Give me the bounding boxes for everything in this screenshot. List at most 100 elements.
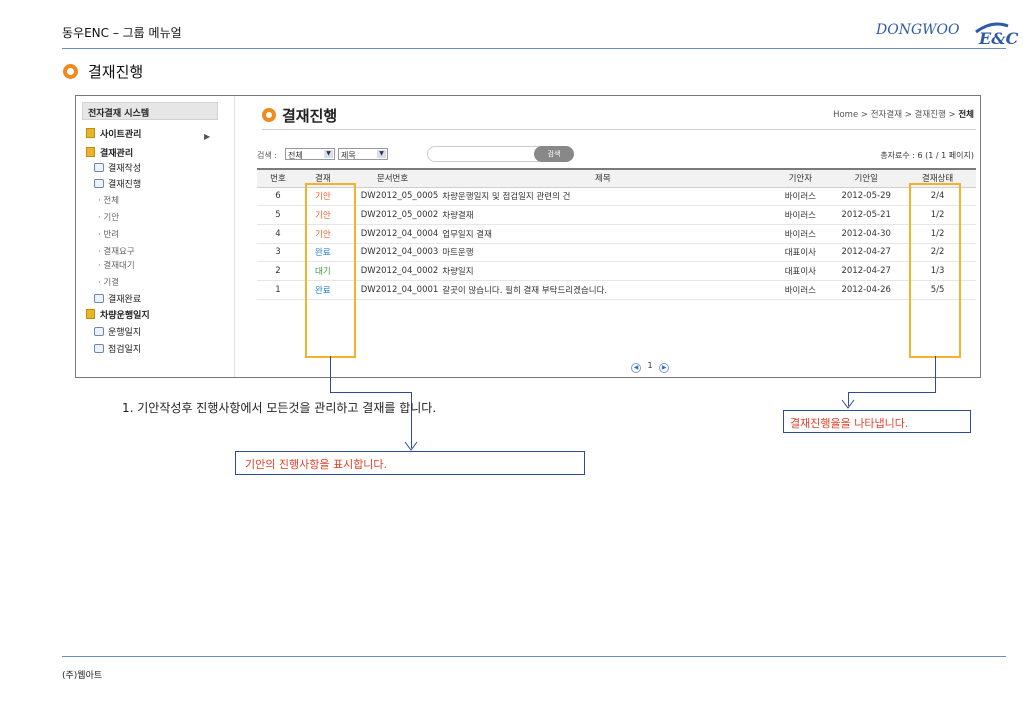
search-label: 검색 :	[257, 151, 277, 160]
cell-doc: DW2012_05_0002	[346, 205, 439, 225]
column-header: 번호	[257, 168, 299, 188]
table-header: 번호 결재 문서번호 제목 기안자 기안일 결재상태	[257, 168, 976, 188]
cell-no: 6	[257, 187, 299, 207]
section-bullet-icon	[63, 64, 78, 79]
cell-no: 4	[257, 224, 299, 244]
chevron-down-icon: ▼	[324, 150, 333, 158]
cell-drafter: 대표이사	[767, 243, 834, 263]
cell-date: 2012-05-29	[833, 187, 900, 207]
page-number[interactable]: 1	[648, 361, 653, 370]
cell-doc: DW2012_05_0005	[346, 187, 439, 207]
column-header: 기안자	[767, 168, 834, 188]
next-page-icon[interactable]: ▶	[659, 363, 670, 373]
cell-title[interactable]: 차량운행일지 및 점검일지 관련의 건	[438, 187, 768, 207]
chevron-right-icon[interactable]: ▶	[204, 132, 210, 141]
connector-line	[330, 356, 331, 392]
book-icon	[94, 294, 104, 303]
section-title: 결재진행	[88, 63, 144, 81]
cell-no: 5	[257, 205, 299, 225]
field-select[interactable]: 제목 ▼	[338, 148, 388, 160]
cell-no: 3	[257, 243, 299, 263]
sidebar-sub-waiting[interactable]: · 결재대기	[98, 259, 135, 271]
sidebar-item-write[interactable]: 결재작성	[94, 161, 141, 174]
sidebar-header: 전자결재 시스템	[82, 102, 218, 120]
cell-drafter: 바이러스	[767, 224, 834, 244]
column-header: 기안일	[833, 168, 900, 188]
status-column-highlight	[305, 183, 356, 358]
table-row[interactable]: 4 기안 DW2012_04_0004 업무일지 결재 바이러스 2012-04-30 1/…	[257, 224, 976, 244]
sidebar-item-done[interactable]: 결재완료	[94, 292, 141, 305]
footer-text: (주)웹아트	[62, 671, 103, 681]
chevron-down-icon: ▼	[377, 150, 386, 158]
cell-date: 2012-04-27	[833, 261, 900, 281]
sidebar-divider	[234, 96, 235, 377]
table-body: 6 기안 DW2012_05_0005 차량운행일지 및 점검일지 관련의 건 바이러스…	[257, 187, 976, 300]
table-row[interactable]: 3 완료 DW2012_04_0003 마트운행 대표이사 2012-04-27 2/2	[257, 243, 976, 263]
cell-doc: DW2012_04_0002	[346, 261, 439, 281]
cell-title[interactable]: 차량결재	[438, 205, 768, 225]
breadcrumb-progress[interactable]: 결재진행	[915, 110, 946, 120]
connector-line	[935, 356, 936, 392]
table-row[interactable]: 6 기안 DW2012_05_0005 차량운행일지 및 점검일지 관련의 건 바이러스…	[257, 187, 976, 207]
step-note: 1. 기안작성후 진행사항에서 모든것을 관리하고 결재를 합니다.	[122, 401, 437, 415]
footer-divider	[62, 656, 1006, 657]
cell-title[interactable]: 차량일지	[438, 261, 768, 281]
cell-date: 2012-04-26	[833, 280, 900, 300]
progress-callout: 결재진행율을 나타냅니다.	[783, 410, 971, 433]
book-icon	[94, 179, 104, 188]
sidebar-item-inspection-log[interactable]: 점검일지	[94, 342, 141, 355]
folder-icon	[86, 147, 95, 157]
column-header: 문서번호	[346, 168, 439, 188]
cell-doc: DW2012_04_0001	[346, 280, 439, 300]
logo-main: DONGWOO	[876, 22, 960, 38]
scope-select[interactable]: 전체 ▼	[285, 148, 335, 160]
sidebar-item-progress[interactable]: 결재진행	[94, 177, 141, 190]
cell-title[interactable]: 마트운행	[438, 243, 768, 263]
cell-date: 2012-04-30	[833, 224, 900, 244]
cell-drafter: 바이러스	[767, 187, 834, 207]
document-title: 동우ENC – 그룹 메뉴얼	[62, 26, 182, 40]
header-divider	[62, 48, 1006, 49]
breadcrumb-home[interactable]: Home	[833, 110, 858, 120]
pagination: ◀ 1 ▶	[631, 361, 670, 373]
connector-line	[330, 392, 412, 393]
sidebar-sub-draft[interactable]: · 기안	[98, 211, 119, 223]
cell-no: 1	[257, 280, 299, 300]
cell-drafter: 바이러스	[767, 205, 834, 225]
prev-page-icon[interactable]: ◀	[631, 363, 641, 373]
sidebar-sub-request[interactable]: · 결재요구	[98, 245, 135, 257]
table-row[interactable]: 5 기안 DW2012_05_0002 차량결재 바이러스 2012-05-21 1/2	[257, 205, 976, 225]
cell-doc: DW2012_04_0004	[346, 224, 439, 244]
sidebar-item-approval[interactable]: 결재관리	[86, 146, 133, 159]
cell-drafter: 바이러스	[767, 280, 834, 300]
table-row[interactable]: 2 대기 DW2012_04_0002 차량일지 대표이사 2012-04-27 1/3	[257, 261, 976, 281]
book-icon	[94, 163, 104, 172]
breadcrumb-current: 전체	[958, 110, 974, 120]
sidebar-sub-decided[interactable]: · 기결	[98, 276, 119, 288]
sidebar: 전자결재 시스템 사이트관리 ▶ 결재관리 결재작성 결재진행 · 전체 · 기…	[82, 102, 218, 377]
folder-icon	[86, 128, 95, 138]
logo-swoosh-icon	[975, 22, 1009, 34]
connector-line	[848, 392, 936, 393]
search-button[interactable]: 검색	[534, 146, 574, 162]
content-title: 결재진행	[282, 107, 338, 125]
cell-doc: DW2012_04_0003	[346, 243, 439, 263]
breadcrumb: Home > 전자결재 > 결재진행 > 전체	[833, 110, 974, 120]
sidebar-sub-reject[interactable]: · 반려	[98, 228, 119, 240]
total-count: 총자료수 : 6 (1 / 1 페이지)	[880, 151, 974, 160]
sidebar-item-site[interactable]: 사이트관리	[86, 127, 141, 140]
cell-date: 2012-04-27	[833, 243, 900, 263]
breadcrumb-approval[interactable]: 전자결재	[871, 110, 902, 120]
status-callout: 기안의 진행사항을 표시합니다.	[235, 451, 585, 475]
book-icon	[94, 327, 104, 336]
cell-title[interactable]: 업무일지 결재	[438, 224, 768, 244]
progress-column-highlight	[909, 183, 961, 358]
sidebar-item-vehicle[interactable]: 차량운행일지	[86, 308, 150, 321]
app-screenshot: 전자결재 시스템 사이트관리 ▶ 결재관리 결재작성 결재진행 · 전체 · 기…	[75, 95, 981, 378]
column-header: 제목	[438, 168, 768, 188]
company-logo: DONGWOO E&C	[876, 20, 1018, 48]
sidebar-item-driving-log[interactable]: 운행일지	[94, 325, 141, 338]
cell-title[interactable]: 갈곳이 많습니다. 필히 결재 부탁드리겠습니다.	[438, 280, 768, 300]
table-row[interactable]: 1 완료 DW2012_04_0001 갈곳이 많습니다. 필히 결재 부탁드리겠습니…	[257, 280, 976, 300]
sidebar-sub-all[interactable]: · 전체	[98, 194, 119, 206]
